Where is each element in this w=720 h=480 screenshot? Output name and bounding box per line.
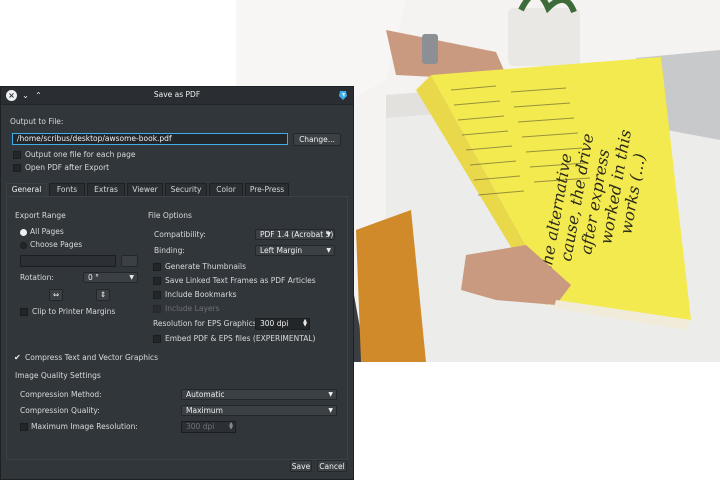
save-as-pdf-dialog: × ⌄ ⌃ Save as PDF Output to File: /home/… [0,86,354,480]
tab-prepress[interactable]: Pre-Press [245,183,289,196]
save-linked-frames-checkbox[interactable] [153,277,161,285]
binding-value: Left Margin [260,246,303,255]
flip-vertical-icon[interactable]: ⇕ [96,289,110,301]
max-image-resolution-checkbox[interactable] [20,423,28,431]
include-layers-label: Include Layers [165,304,220,313]
clip-margins-checkbox[interactable] [20,308,28,316]
cancel-button[interactable]: Cancel [317,460,347,472]
binding-select[interactable]: Left Margin ▼ [255,245,335,256]
window-title: Save as PDF [153,90,201,99]
choose-pages-radio[interactable] [20,242,27,249]
compress-text-vector-label: Compress Text and Vector Graphics [25,353,159,362]
generate-thumbnails-label: Generate Thumbnails [165,262,246,271]
check-icon[interactable]: ✔ [14,353,21,362]
clip-margins-label: Clip to Printer Margins [32,307,116,316]
output-section-label: Output to File: [10,117,64,126]
general-tab-panel: Export Range All Pages Choose Pages Rota… [6,196,348,460]
chevron-down-icon: ▼ [328,407,333,414]
include-bookmarks-label: Include Bookmarks [165,290,237,299]
one-file-per-page-label: Output one file for each page [25,150,136,159]
generate-thumbnails-checkbox[interactable] [153,263,161,271]
file-options-heading: File Options [148,211,192,220]
compatibility-label: Compatibility: [154,230,206,239]
eps-resolution-spinbox[interactable]: 300 dpi ▲ ▼ [255,318,310,330]
file-path-field[interactable]: /home/scribus/desktop/awsome-book.pdf [12,133,288,145]
chevron-down-icon: ▼ [328,391,333,398]
max-image-resolution-spinbox[interactable]: 300 dpi ▲ ▼ [181,421,236,433]
compatibility-value: PDF 1.4 (Acrobat 5) [260,230,334,239]
chevron-down-icon: ▼ [129,274,134,281]
tab-fonts[interactable]: Fonts [49,183,85,196]
tab-general[interactable]: General [6,183,47,196]
export-range-heading: Export Range [15,211,66,220]
change-button[interactable]: Change... [293,133,341,146]
compression-quality-label: Compression Quality: [20,406,100,415]
save-linked-frames-label: Save Linked Text Frames as PDF Articles [165,276,316,285]
compression-method-label: Compression Method: [20,390,102,399]
tab-security[interactable]: Security [165,183,207,196]
compression-method-select[interactable]: Automatic ▼ [181,389,337,400]
page-selector-button[interactable] [121,255,138,267]
include-bookmarks-checkbox[interactable] [153,291,161,299]
max-image-resolution-value: 300 dpi [186,422,215,431]
max-image-resolution-label: Maximum Image Resolution: [31,422,138,431]
compression-method-value: Automatic [186,390,225,399]
page-range-input[interactable] [20,255,116,267]
chevron-down-icon: ▼ [326,231,331,238]
eps-resolution-label: Resolution for EPS Graphics: [153,319,260,328]
image-quality-heading: Image Quality Settings [15,371,101,380]
rotation-select[interactable]: 0 ° ▼ [83,272,138,283]
embed-pdf-eps-label: Embed PDF & EPS files (EXPERIMENTAL) [165,334,316,343]
title-bar: × ⌄ ⌃ Save as PDF [1,87,353,105]
tab-viewer[interactable]: Viewer [127,183,163,196]
all-pages-radio[interactable] [20,229,27,236]
spin-arrows-icon: ▲ ▼ [229,421,233,431]
rotation-label: Rotation: [20,273,54,282]
open-after-export-checkbox[interactable] [13,164,21,172]
compatibility-select[interactable]: PDF 1.4 (Acrobat 5) ▼ [255,229,335,240]
save-button[interactable]: Save [290,460,312,472]
choose-pages-label: Choose Pages [30,240,83,249]
compression-quality-select[interactable]: Maximum ▼ [181,405,337,416]
binding-label: Binding: [154,246,185,255]
tab-extras[interactable]: Extras [87,183,125,196]
tab-color[interactable]: Color [209,183,243,196]
scribus-app-icon [339,91,347,100]
one-file-per-page-checkbox[interactable] [13,151,21,159]
rotation-value: 0 ° [88,273,99,282]
compression-quality-value: Maximum [186,406,223,415]
chevron-down-icon: ▼ [326,247,331,254]
spin-arrows-icon: ▲ ▼ [303,318,307,328]
open-after-export-label: Open PDF after Export [25,163,110,172]
flip-horizontal-icon[interactable]: ⇔ [49,289,63,301]
include-layers-checkbox[interactable] [153,305,161,313]
embed-pdf-eps-checkbox[interactable] [153,335,161,343]
eps-resolution-value: 300 dpi [260,319,289,328]
all-pages-label: All Pages [30,227,64,236]
